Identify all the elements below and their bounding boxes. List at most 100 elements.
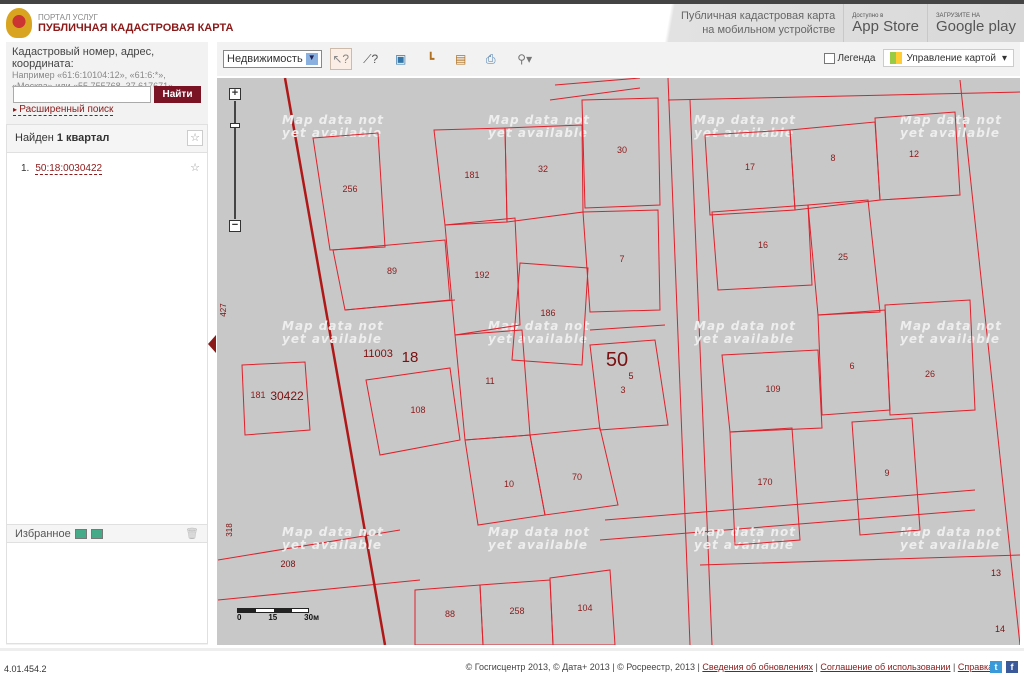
googleplay-button[interactable]: ЗАГРУЗИТЕ НА Google play	[926, 4, 1024, 42]
twitter-icon[interactable]: t	[990, 661, 1002, 673]
boundary-line	[959, 79, 1020, 645]
parcel-label: 11	[485, 376, 494, 386]
coat-of-arms-icon	[6, 8, 32, 38]
mobile-line2: на мобильном устройстве	[702, 24, 836, 36]
legend-checkbox[interactable]	[824, 52, 836, 64]
mobile-banner: Публичная кадастровая карта на мобильном …	[640, 4, 1024, 42]
parcel-label: 10	[504, 479, 514, 489]
link-icon[interactable]: ⚲▾	[510, 48, 540, 70]
search-hint-1: Например «61:6:10104:12», «61:6:*»,	[12, 70, 166, 80]
parcel-label: 11003	[363, 348, 393, 360]
appstore-label: App Store	[852, 17, 919, 35]
scale-0: 0	[237, 613, 242, 622]
parcel-label: 427	[219, 303, 228, 317]
area-info-icon[interactable]: ▣	[390, 48, 412, 70]
found-prefix: Найден	[15, 132, 57, 144]
results-panel: Найден 1 квартал ☆ 1. 50:18:0030422 ☆	[6, 124, 208, 564]
parcel-label: 7	[619, 254, 624, 264]
sidebar: Кадастровый номер, адрес, координата: На…	[6, 42, 208, 645]
parcel-label: 18	[402, 349, 419, 366]
facebook-icon[interactable]: f	[1006, 661, 1018, 673]
parcel-label: 17	[745, 162, 755, 172]
footer: 4.01.454.2 © Госгисцентр 2013, © Дата+ 2…	[0, 648, 1024, 677]
help-link[interactable]: Справка	[958, 662, 993, 672]
favorites-panel: Избранное 🗑	[6, 524, 208, 644]
zoom-out-button[interactable]: −	[229, 220, 241, 232]
trash-icon[interactable]: 🗑	[185, 527, 199, 540]
boundary-line	[689, 99, 713, 645]
zoom-control[interactable]: + −	[229, 88, 241, 233]
legend-label[interactable]: Легенда	[837, 53, 875, 64]
area-measure-icon[interactable]: ▤	[450, 48, 472, 70]
star-icon[interactable]: ☆	[187, 130, 203, 146]
parcel	[884, 299, 976, 416]
zoom-in-button[interactable]: +	[229, 88, 241, 100]
map-control-dropdown[interactable]: Управление картой ▾	[883, 49, 1014, 67]
parcel	[789, 121, 881, 211]
advanced-search-link[interactable]: Расширенный поиск	[13, 104, 114, 116]
parcel	[704, 129, 796, 216]
list-item[interactable]: 1. 50:18:0030422	[21, 163, 103, 175]
scale-30: 30м	[304, 613, 319, 622]
parcel-label: 104	[577, 603, 592, 613]
parcel-label: 109	[765, 384, 780, 394]
parcel-label: 14	[995, 624, 1005, 634]
no-data-watermark: Map data not yet available	[900, 113, 1002, 140]
boundary-line	[667, 78, 691, 645]
parcel-label: 50	[606, 349, 628, 371]
no-data-watermark: Map data not yet available	[694, 525, 796, 552]
no-data-watermark: Map data not yet available	[900, 525, 1002, 552]
parcel-label: 16	[758, 240, 768, 250]
parcel	[589, 339, 669, 431]
result-link[interactable]: 50:18:0030422	[35, 163, 103, 175]
parcel-label: 26	[925, 369, 935, 379]
parcel-label: 25	[838, 252, 848, 262]
map-canvas[interactable]: Map data not yet available Map data not yet…	[217, 78, 1020, 645]
parcel-label: 258	[509, 606, 524, 616]
boundary-line	[699, 554, 1020, 566]
mobile-line1: Публичная кадастровая карта	[680, 10, 836, 22]
layers-icon	[890, 52, 903, 64]
parcel-label: 12	[909, 149, 919, 159]
result-number: 1.	[21, 163, 30, 174]
scale-bar: 0 15 30м	[237, 608, 319, 622]
parcel-label: 30	[617, 145, 627, 155]
parcel-label: 13	[991, 568, 1001, 578]
no-data-watermark: Map data not yet available	[694, 319, 796, 346]
excel-import-icon[interactable]	[90, 528, 103, 539]
logo[interactable]: ПОРТАЛ УСЛУГ ПУБЛИЧНАЯ КАДАСТРОВАЯ КАРТА	[6, 8, 233, 38]
search-button[interactable]: Найти	[154, 86, 201, 103]
excel-export-icon[interactable]	[74, 528, 87, 539]
zoom-handle[interactable]	[230, 123, 240, 128]
parcel-label: 170	[757, 477, 772, 487]
terms-link[interactable]: Соглашение об использовании	[820, 662, 950, 672]
parcel-label: 181	[464, 170, 479, 180]
identify-pointer-icon[interactable]: ↖?	[329, 48, 352, 70]
no-data-watermark: Map data not yet available	[488, 525, 590, 552]
print-icon[interactable]: ⎙	[480, 48, 502, 70]
parcel-label: 186	[540, 308, 555, 318]
boundary-line	[217, 579, 421, 601]
search-input[interactable]	[13, 86, 151, 103]
parcel-label: 89	[387, 266, 397, 276]
chevron-down-icon: ▼	[305, 53, 318, 65]
distance-icon[interactable]: ┗	[420, 48, 442, 70]
parcel-label: 70	[572, 472, 582, 482]
zoom-slider[interactable]	[230, 101, 240, 219]
collapse-sidebar-handle[interactable]	[208, 335, 216, 353]
road-line	[283, 78, 387, 645]
parcel-label: 108	[410, 405, 425, 415]
found-count: 1 квартал	[56, 132, 110, 144]
star-icon[interactable]: ☆	[187, 161, 203, 177]
appstore-button[interactable]: Доступно в App Store	[843, 4, 927, 42]
search-label: Кадастровый номер, адрес, координата:	[12, 46, 155, 70]
parcel-label: 9	[884, 468, 889, 478]
parcel-label: 181	[250, 390, 265, 400]
results-header: Найден 1 квартал	[7, 125, 207, 153]
updates-link[interactable]: Сведения об обновлениях	[702, 662, 813, 672]
boundary-line	[667, 91, 1020, 101]
layer-select[interactable]: Недвижимость ▼	[223, 50, 322, 68]
portal-label: ПОРТАЛ УСЛУГ	[38, 12, 98, 22]
measure-info-icon[interactable]: ⟋?	[360, 48, 382, 70]
no-data-watermark: Map data not yet available	[282, 525, 384, 552]
